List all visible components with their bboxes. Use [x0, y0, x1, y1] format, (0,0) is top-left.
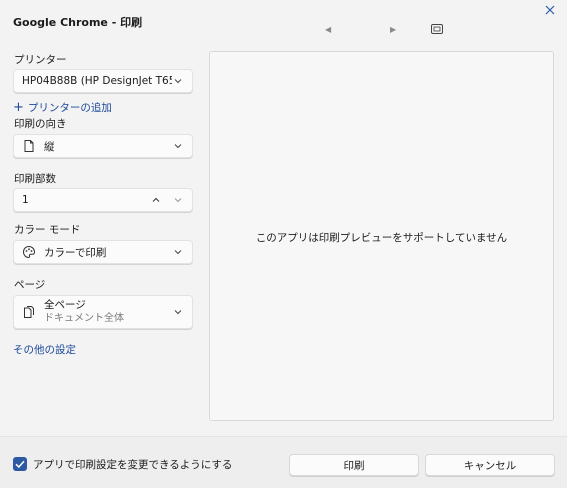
previous-page-icon[interactable]: ◀ — [325, 25, 331, 34]
fit-to-page-icon[interactable] — [431, 24, 443, 34]
printer-select[interactable]: HP04B88B (HP DesignJet T650 36-i — [13, 69, 193, 93]
chevron-down-icon[interactable] — [173, 195, 183, 205]
print-preview-area: このアプリは印刷プレビューをサポートしていません — [209, 51, 554, 421]
cancel-button[interactable]: キャンセル — [425, 454, 555, 476]
pages-subtext: ドキュメント全体 — [44, 313, 124, 324]
preview-unsupported-message: このアプリは印刷プレビューをサポートしていません — [255, 232, 508, 244]
window-title: Google Chrome - 印刷 — [13, 16, 143, 29]
chevron-up-icon[interactable] — [151, 195, 161, 205]
copies-stepper[interactable]: 1 — [13, 188, 193, 212]
pages-label: ページ — [14, 279, 46, 291]
more-settings-link[interactable]: その他の設定 — [13, 342, 76, 357]
page-icon — [24, 140, 34, 152]
print-button[interactable]: 印刷 — [289, 454, 419, 476]
pages-select[interactable]: 全ページ ドキュメント全体 — [13, 295, 193, 329]
copies-value: 1 — [22, 194, 29, 206]
add-printer-link[interactable]: + プリンターの追加 — [13, 100, 112, 115]
color-mode-label: カラー モード — [14, 224, 81, 236]
orientation-select[interactable]: 縦 — [13, 134, 193, 158]
chevron-down-icon — [174, 310, 182, 315]
allow-app-settings-label: アプリで印刷設定を変更できるようにする — [33, 459, 233, 471]
pages-selected-value: 全ページ — [44, 299, 86, 311]
printer-label: プリンター — [14, 54, 67, 66]
chevron-down-icon — [174, 79, 182, 84]
next-page-icon[interactable]: ▶ — [390, 25, 396, 34]
close-icon[interactable] — [543, 4, 557, 18]
chevron-down-icon — [174, 250, 182, 255]
orientation-selected-value: 縦 — [44, 140, 55, 153]
chevron-down-icon — [174, 144, 182, 149]
checkmark-icon — [15, 460, 25, 469]
plus-icon: + — [13, 100, 24, 115]
pages-icon — [24, 306, 34, 318]
dialog-footer: アプリで印刷設定を変更できるようにする 印刷 キャンセル — [0, 436, 567, 488]
color-mode-select[interactable]: カラーで印刷 — [13, 240, 193, 264]
printer-selected-value: HP04B88B (HP DesignJet T650 36-i — [22, 75, 172, 87]
color-mode-selected-value: カラーで印刷 — [44, 246, 107, 259]
palette-icon — [22, 245, 36, 259]
orientation-label: 印刷の向き — [14, 118, 67, 130]
add-printer-label: プリンターの追加 — [27, 102, 112, 114]
allow-app-settings-checkbox[interactable] — [13, 457, 27, 471]
copies-label: 印刷部数 — [14, 173, 56, 185]
